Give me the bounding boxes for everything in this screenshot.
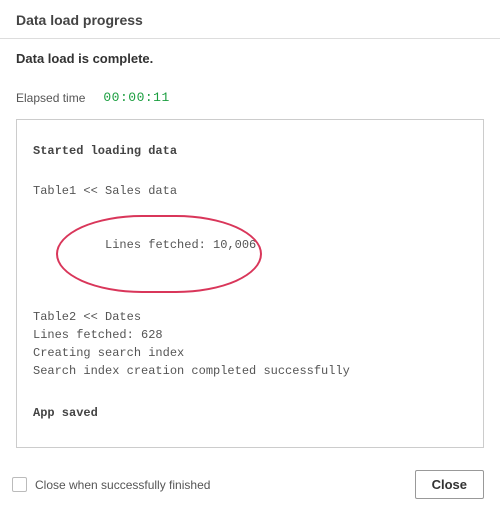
log-section-started: Started loading data (33, 142, 467, 160)
elapsed-value: 00:00:11 (103, 90, 169, 105)
highlight-annotation: Lines fetched: 10,006 (62, 218, 256, 290)
status-text: Data load is complete. (16, 51, 484, 66)
log-line: Creating search index (33, 344, 467, 362)
log-section-saved: App saved (33, 404, 467, 422)
close-when-finished-checkbox[interactable] (12, 477, 27, 492)
elapsed-label: Elapsed time (16, 91, 85, 105)
status-bar: Data load is complete. (0, 39, 500, 72)
dialog-footer: Close when successfully finished Close (0, 458, 500, 513)
close-button[interactable]: Close (415, 470, 484, 499)
log-line: Table2 << Dates (33, 308, 467, 326)
elapsed-row: Elapsed time 00:00:11 (0, 72, 500, 119)
log-line: Lines fetched: 628 (33, 326, 467, 344)
dialog-header: Data load progress (0, 0, 500, 39)
log-output[interactable]: Started loading data Table1 << Sales dat… (16, 119, 484, 448)
close-when-finished-row: Close when successfully finished (12, 477, 210, 492)
log-line-text: Lines fetched: 10,006 (105, 238, 256, 252)
log-section-finished: Finished successfully (33, 446, 467, 448)
log-line: Table1 << Sales data (33, 182, 467, 200)
log-line-highlighted: Lines fetched: 10,006 (33, 200, 467, 308)
highlight-oval (56, 215, 262, 293)
dialog-title: Data load progress (16, 12, 484, 28)
close-when-finished-label: Close when successfully finished (35, 478, 210, 492)
log-line: Search index creation completed successf… (33, 362, 467, 380)
